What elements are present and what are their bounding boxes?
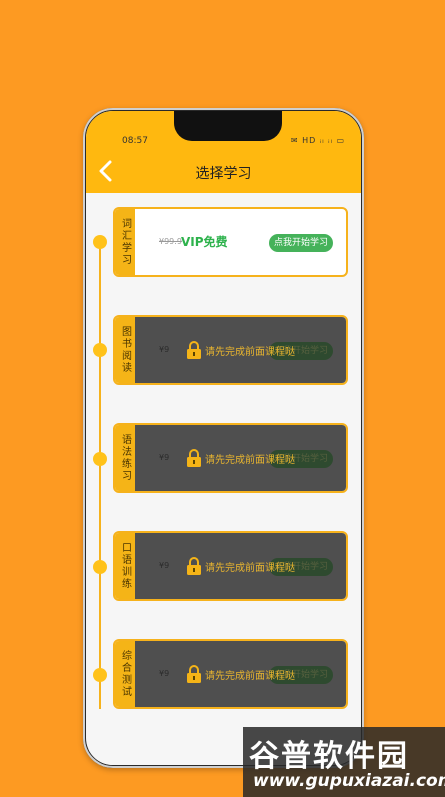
watermark-title: 谷普软件园 — [249, 739, 409, 774]
start-learning-button[interactable]: 点我开始学习 — [269, 234, 333, 252]
page-title: 选择学习 — [195, 166, 252, 182]
original-price: ¥9 — [159, 669, 170, 678]
locked-overlay: ¥9 点我开始学习 请先完成前面课程哒 — [135, 641, 346, 707]
course-card-vocabulary[interactable]: 词汇学习 ¥99.9 VIP免费 点我开始学习 — [113, 207, 348, 277]
lock-message-text: 请先完成前面课程哒 — [205, 346, 295, 358]
lock-icon — [187, 665, 201, 683]
original-price: ¥9 — [159, 561, 170, 570]
card-tab-label: 综合测试 — [119, 650, 131, 698]
card-tab: 图书阅读 — [115, 317, 135, 383]
original-price: ¥9 — [159, 453, 170, 462]
locked-overlay: ¥9 点我开始学习 请先完成前面课程哒 — [135, 317, 346, 383]
watermark: 谷普软件园 www.gupuxiazai.com — [243, 727, 445, 797]
timeline-dot — [93, 560, 107, 574]
camera-notch — [174, 111, 282, 141]
lock-message-text: 请先完成前面课程哒 — [205, 670, 295, 682]
timeline-dot — [93, 343, 107, 357]
course-card-reading[interactable]: 图书阅读 ¥9 点我开始学习 请先完成前面课程哒 — [113, 315, 348, 385]
phone-frame: 08:57 ✉ HD ᵢₗ ᵢₗ ▭ 选择学习 词汇学习 ¥99.9 VIP免费… — [83, 108, 364, 768]
course-card-test[interactable]: 综合测试 ¥9 点我开始学习 请先完成前面课程哒 — [113, 639, 348, 709]
vip-free-label: VIP免费 — [181, 235, 228, 249]
timeline-line — [99, 239, 101, 709]
status-time: 08:57 — [122, 136, 148, 146]
status-icons: ✉ HD ᵢₗ ᵢₗ ▭ — [290, 136, 345, 145]
original-price: ¥99.9 — [159, 237, 182, 246]
course-card-grammar[interactable]: 语法练习 ¥9 点我开始学习 请先完成前面课程哒 — [113, 423, 348, 493]
card-tab-label: 词汇学习 — [119, 218, 131, 266]
app-header: 08:57 ✉ HD ᵢₗ ᵢₗ ▭ 选择学习 — [86, 111, 361, 193]
timeline-dot — [93, 452, 107, 466]
card-tab-label: 口语训练 — [119, 542, 131, 590]
card-tab-label: 图书阅读 — [119, 326, 131, 374]
card-tab-label: 语法练习 — [119, 434, 131, 482]
lock-message: 请先完成前面课程哒 — [186, 449, 295, 467]
locked-overlay: ¥9 点我开始学习 请先完成前面课程哒 — [135, 425, 346, 491]
locked-overlay: ¥9 点我开始学习 请先完成前面课程哒 — [135, 533, 346, 599]
lock-icon — [187, 557, 201, 575]
lock-icon — [187, 341, 201, 359]
app-screen: 08:57 ✉ HD ᵢₗ ᵢₗ ▭ 选择学习 词汇学习 ¥99.9 VIP免费… — [86, 111, 361, 765]
watermark-url: www.gupuxiazai.com — [253, 771, 445, 791]
lock-icon — [187, 449, 201, 467]
card-tab: 综合测试 — [115, 641, 135, 707]
lock-message: 请先完成前面课程哒 — [186, 557, 295, 575]
card-tab: 词汇学习 — [115, 209, 135, 275]
card-tab: 语法练习 — [115, 425, 135, 491]
original-price: ¥9 — [159, 345, 170, 354]
lock-message-text: 请先完成前面课程哒 — [205, 562, 295, 574]
lock-message: 请先完成前面课程哒 — [186, 341, 295, 359]
lock-message: 请先完成前面课程哒 — [186, 665, 295, 683]
lock-message-text: 请先完成前面课程哒 — [205, 454, 295, 466]
card-tab: 口语训练 — [115, 533, 135, 599]
course-card-speaking[interactable]: 口语训练 ¥9 点我开始学习 请先完成前面课程哒 — [113, 531, 348, 601]
timeline-dot — [93, 668, 107, 682]
timeline-dot — [93, 235, 107, 249]
